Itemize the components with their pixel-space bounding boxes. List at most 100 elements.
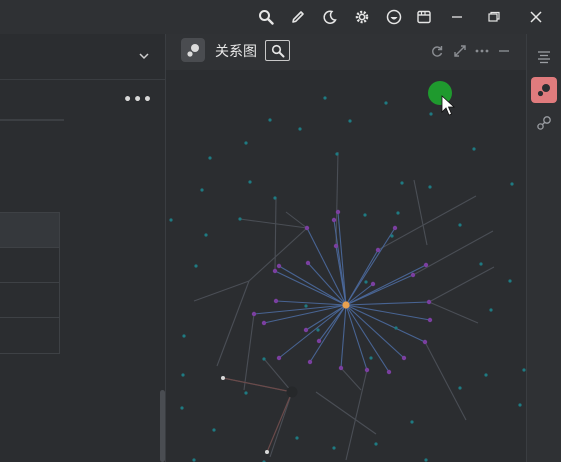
graph-node xyxy=(424,458,428,462)
graph-edge xyxy=(335,151,339,247)
graph-node xyxy=(364,280,368,284)
emoji-icon[interactable] xyxy=(382,5,406,29)
graph-node xyxy=(508,279,512,283)
graph-node xyxy=(204,233,208,237)
graph-edge xyxy=(309,304,347,363)
graph-node xyxy=(286,386,298,398)
graph-node xyxy=(303,327,309,333)
graph-node xyxy=(212,428,216,432)
gear-icon[interactable] xyxy=(350,5,374,29)
graph-node xyxy=(338,365,344,371)
graph-node xyxy=(363,213,367,217)
graph-node xyxy=(244,141,248,145)
fullscreen-icon[interactable] xyxy=(453,43,467,57)
graph-node xyxy=(333,243,339,249)
graph-edge xyxy=(413,179,428,246)
graph-node xyxy=(261,320,267,326)
graph-node xyxy=(369,356,373,360)
graph-node xyxy=(268,118,272,122)
graph-node xyxy=(273,298,279,304)
graph-node xyxy=(200,188,204,192)
graph-edge xyxy=(340,304,347,369)
global-graph-icon[interactable] xyxy=(531,110,557,136)
graph-node xyxy=(192,458,196,462)
graph-node xyxy=(384,101,388,105)
right-dock xyxy=(526,34,561,462)
graph-search-button[interactable] xyxy=(265,40,290,61)
graph-title: 关系图 xyxy=(215,44,257,60)
graph-node xyxy=(427,317,433,323)
graph-node xyxy=(194,264,198,268)
graph-node xyxy=(208,156,212,160)
graph-node xyxy=(332,446,336,450)
graph-panel: 关系图 xyxy=(166,34,526,462)
graph-node xyxy=(262,357,266,361)
graph-node xyxy=(307,359,313,365)
graph-edge xyxy=(340,367,362,391)
graph-node xyxy=(304,225,310,231)
graph-edge xyxy=(377,195,477,251)
search-icon[interactable] xyxy=(254,5,278,29)
graph-node xyxy=(298,127,302,131)
restore-icon[interactable] xyxy=(482,5,506,29)
graph-panel-header: 关系图 xyxy=(166,34,526,70)
close-icon[interactable] xyxy=(524,5,548,29)
graph-node xyxy=(386,369,392,375)
graph-edge xyxy=(424,341,467,421)
graph-node xyxy=(510,182,514,186)
minimize-panel-icon[interactable] xyxy=(497,43,511,57)
graph-node xyxy=(458,386,462,390)
graph-node xyxy=(364,367,370,373)
divider xyxy=(0,119,64,121)
graph-node xyxy=(272,268,278,274)
graph-node xyxy=(410,420,414,424)
graph-node xyxy=(276,355,282,361)
graph-node xyxy=(479,262,483,266)
graph-edge xyxy=(428,266,495,303)
outline-icon[interactable] xyxy=(531,44,557,70)
graph-canvas[interactable] xyxy=(166,70,526,462)
table-row[interactable] xyxy=(0,248,59,283)
graph-node xyxy=(251,311,257,317)
graph-node xyxy=(396,211,400,215)
graph-node xyxy=(182,334,186,338)
graph-node xyxy=(428,185,432,189)
more-button[interactable]: ••• xyxy=(123,92,153,108)
pen-icon[interactable] xyxy=(286,5,310,29)
refresh-icon[interactable] xyxy=(430,43,444,57)
minimize-icon[interactable] xyxy=(445,5,469,29)
graph-edge xyxy=(274,270,347,306)
graph-edge xyxy=(345,301,430,306)
graph-node xyxy=(410,272,416,278)
graph-node xyxy=(276,263,282,269)
graph-edge xyxy=(216,280,250,367)
graph-node xyxy=(394,326,398,330)
graph-node xyxy=(390,234,394,238)
chevron-down-icon[interactable] xyxy=(136,48,152,64)
graph-dock-icon[interactable] xyxy=(531,77,557,103)
graph-node xyxy=(181,373,185,377)
graph-edge xyxy=(263,304,347,324)
graph-node xyxy=(335,209,341,215)
graph-node xyxy=(472,147,476,151)
moon-icon[interactable] xyxy=(318,5,342,29)
graph-node xyxy=(248,180,252,184)
table-row[interactable] xyxy=(0,318,59,353)
graph-node xyxy=(458,223,462,227)
more-icon[interactable] xyxy=(475,43,489,57)
graph-node xyxy=(304,304,308,308)
window-icon[interactable] xyxy=(412,5,436,29)
graph-node xyxy=(265,450,269,454)
table-row[interactable] xyxy=(0,283,59,318)
graph-node xyxy=(316,338,322,344)
graph-center-node xyxy=(342,301,350,309)
graph-node xyxy=(273,196,277,200)
graph-node xyxy=(429,112,433,116)
scrollbar[interactable] xyxy=(160,390,165,462)
graph-node xyxy=(238,217,242,221)
graph-edge xyxy=(248,227,308,282)
graph-edge xyxy=(275,300,347,306)
graph-node xyxy=(422,339,428,345)
left-panel-header xyxy=(0,34,166,80)
graph-node xyxy=(305,260,311,266)
